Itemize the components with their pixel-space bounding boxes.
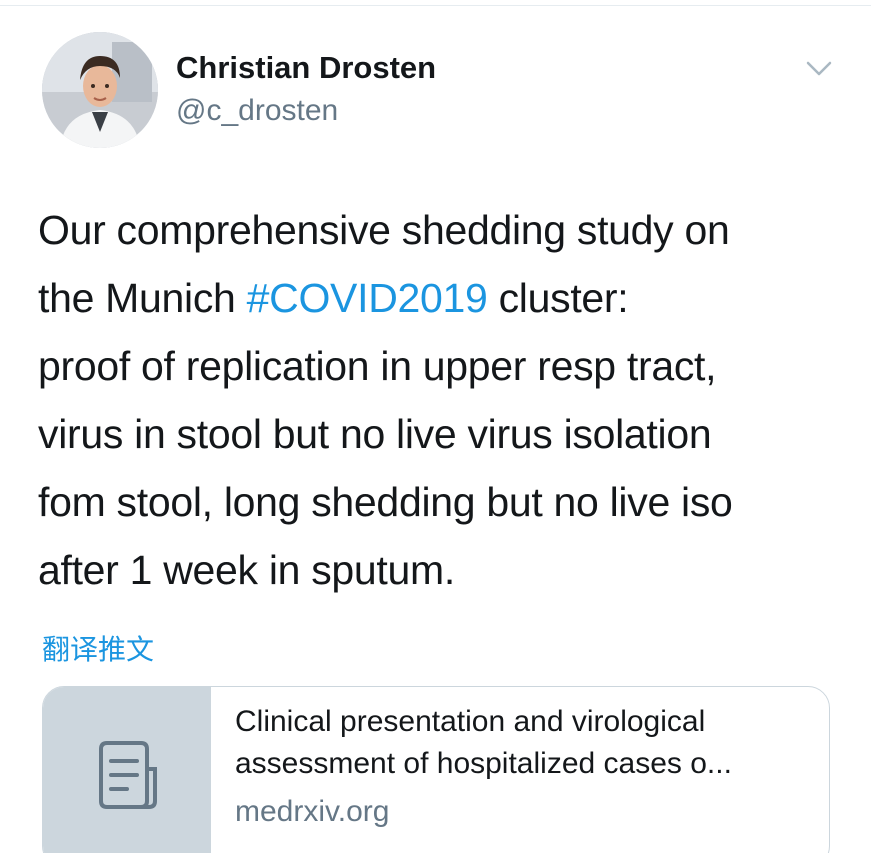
card-title-line: Clinical presentation and virological <box>235 705 706 738</box>
tweet-line: virus in stool but no live virus isolati… <box>38 411 712 457</box>
hashtag-link[interactable]: #COVID2019 <box>247 275 488 321</box>
tweet-text: Our comprehensive shedding study on the … <box>38 196 858 604</box>
card-domain: medrxiv.org <box>235 795 390 828</box>
tweet-line: after 1 week in sputum. <box>38 547 455 593</box>
divider <box>0 5 871 6</box>
tweet-line: Our comprehensive shedding study on <box>38 207 730 253</box>
translate-tweet-link[interactable]: 翻译推文 <box>42 628 154 668</box>
author-display-name[interactable]: Christian Drosten <box>176 50 436 86</box>
card-title-line: assessment of hospitalized cases o... <box>235 747 732 780</box>
link-card[interactable]: Clinical presentation and virological as… <box>42 686 830 853</box>
tweet-line: the Munich #COVID2019 cluster: <box>38 264 858 332</box>
tweet-text-fragment: cluster: <box>487 275 629 321</box>
tweet-line: fom stool, long shedding but no live iso <box>38 479 733 525</box>
card-title: Clinical presentation and virological as… <box>235 701 815 785</box>
tweet-line: proof of replication in upper resp tract… <box>38 343 717 389</box>
tweet-text-fragment: the Munich <box>38 275 247 321</box>
avatar[interactable] <box>42 32 158 148</box>
card-thumbnail <box>43 687 211 853</box>
avatar-photo <box>42 32 158 148</box>
author-handle[interactable]: @c_drosten <box>176 94 338 128</box>
chevron-down-icon[interactable] <box>804 56 834 80</box>
document-icon <box>99 741 157 809</box>
tweet-view: Christian Drosten @c_drosten Our compreh… <box>0 0 871 853</box>
